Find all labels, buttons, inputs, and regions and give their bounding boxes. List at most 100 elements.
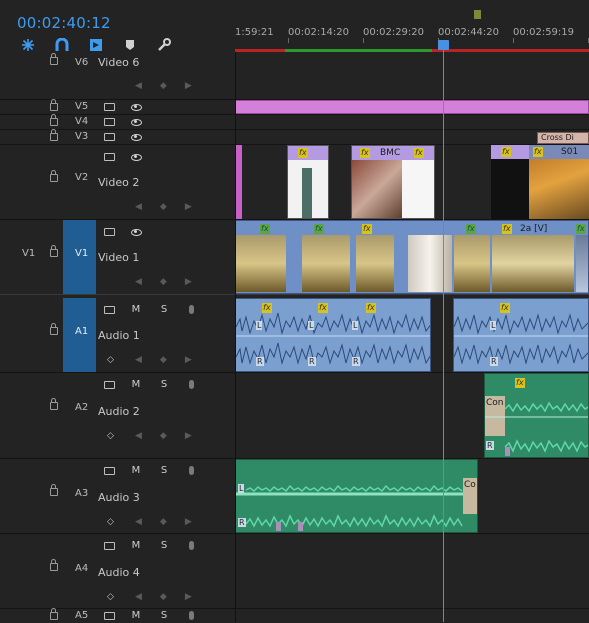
clip-v5[interactable] [235, 100, 589, 114]
fx-badge[interactable]: fx [576, 224, 586, 234]
clip-v2[interactable]: fx [287, 145, 329, 219]
keyframe-marker[interactable] [298, 522, 303, 531]
eye-icon[interactable] [130, 117, 142, 127]
transition[interactable]: Co [463, 478, 477, 514]
toggle-sync-lock-icon[interactable] [103, 117, 115, 127]
fx-badge[interactable]: fx [366, 303, 376, 313]
mute-button[interactable]: M [130, 610, 142, 621]
fx-badge[interactable]: fx [298, 148, 308, 158]
snap-icon[interactable] [20, 38, 36, 52]
linked-selection-icon[interactable] [54, 38, 70, 52]
microphone-icon[interactable] [185, 540, 197, 550]
keyframe-toggle-icon[interactable]: ◇ [107, 517, 114, 527]
toggle-sync-lock-icon[interactable] [103, 466, 115, 476]
transition-cross-dissolve[interactable]: Cross Di [537, 132, 589, 144]
lock-icon[interactable] [48, 559, 60, 572]
track-name: Video 6 [98, 56, 140, 69]
lock-icon[interactable] [48, 484, 60, 497]
fx-badge[interactable]: fx [318, 303, 328, 313]
keyframe-marker[interactable] [505, 447, 510, 456]
fx-badge[interactable]: fx [314, 224, 324, 234]
lock-icon[interactable] [48, 323, 60, 336]
playhead-line[interactable] [443, 40, 444, 622]
marker-icon[interactable] [122, 38, 138, 52]
keyframe-toggle-icon[interactable]: ◇ [107, 592, 114, 602]
mute-button[interactable]: M [130, 304, 142, 315]
fx-badge[interactable]: fx [500, 303, 510, 313]
fx-badge[interactable]: fx [533, 147, 543, 157]
channel-right-label: R [486, 441, 494, 450]
toggle-sync-lock-icon[interactable] [103, 611, 115, 621]
mute-button[interactable]: M [130, 465, 142, 476]
toggle-sync-lock-icon[interactable] [103, 152, 115, 162]
fx-badge[interactable]: fx [360, 148, 370, 158]
microphone-icon[interactable] [185, 465, 197, 475]
clip-a2[interactable]: Con fx R [484, 373, 589, 458]
lock-icon[interactable] [48, 245, 60, 258]
toggle-sync-lock-icon[interactable] [103, 305, 115, 315]
keyframe-nav[interactable]: ◀◆▶ [135, 202, 210, 212]
toggle-sync-lock-icon[interactable] [103, 102, 115, 112]
keyframe-toggle-icon[interactable]: ◇ [107, 431, 114, 441]
fx-badge[interactable]: fx [466, 224, 476, 234]
microphone-icon[interactable] [185, 379, 197, 389]
eye-icon[interactable] [130, 152, 142, 162]
lock-icon[interactable] [48, 170, 60, 183]
sequence-marker[interactable] [474, 10, 481, 19]
solo-button[interactable]: S [158, 379, 170, 390]
fx-badge[interactable]: fx [260, 224, 270, 234]
clip-a1[interactable]: fx L R [453, 298, 589, 372]
keyframe-toggle-icon[interactable]: ◇ [107, 355, 114, 365]
clip-v2[interactable] [235, 145, 242, 219]
fx-badge[interactable]: fx [501, 147, 511, 157]
keyframe-nav[interactable]: ◀◆▶ [135, 355, 210, 365]
lock-icon[interactable] [48, 398, 60, 411]
eye-icon[interactable] [130, 102, 142, 112]
lock-icon[interactable] [48, 129, 60, 142]
clip-a3[interactable]: L R Co [235, 459, 478, 533]
eye-icon[interactable] [130, 132, 142, 142]
clip-v2-s01[interactable]: fx fx S01 [491, 145, 589, 219]
keyframe-nav[interactable]: ◀◆▶ [135, 592, 210, 602]
fx-badge[interactable]: fx [262, 303, 272, 313]
time-ruler[interactable]: 1:59:21 00:02:14:20 00:02:29:20 00:02:44… [235, 0, 589, 52]
toggle-sync-lock-icon[interactable] [103, 227, 115, 237]
mute-button[interactable]: M [130, 379, 142, 390]
lock-icon[interactable] [48, 53, 60, 66]
track-header-v2: V2 Video 2 ◀◆▶ [0, 145, 235, 219]
ruler-label: 00:02:29:20 [363, 27, 425, 38]
eye-icon[interactable] [130, 227, 142, 237]
add-marker-icon[interactable] [88, 38, 104, 52]
lock-icon[interactable] [48, 99, 60, 112]
clip-v2-bmc[interactable]: fx BMC fx [351, 145, 435, 219]
toggle-sync-lock-icon[interactable] [103, 132, 115, 142]
playhead-handle[interactable] [438, 40, 449, 50]
toggle-sync-lock-icon[interactable] [103, 380, 115, 390]
wrench-icon[interactable] [156, 38, 172, 52]
mute-button[interactable]: M [130, 540, 142, 551]
keyframe-nav[interactable]: ◀◆▶ [135, 431, 210, 441]
clip-a1[interactable]: fx fx fx L R L R L R [235, 298, 431, 372]
microphone-icon[interactable] [185, 304, 197, 314]
playhead-timecode[interactable]: 00:02:40:12 [17, 14, 111, 32]
solo-button[interactable]: S [158, 540, 170, 551]
track-label: V6 [75, 57, 89, 68]
solo-button[interactable]: S [158, 304, 170, 315]
clip-v1-2a[interactable]: fx fx fx fx fx 2a [V] fx [235, 220, 589, 294]
clip-name: S01 [561, 147, 579, 157]
keyframe-nav[interactable]: ◀◆▶ [135, 277, 210, 287]
fx-badge[interactable]: fx [414, 148, 424, 158]
lock-icon[interactable] [48, 608, 60, 621]
fx-badge[interactable]: fx [515, 378, 525, 388]
track-area[interactable]: Cross Di fx fx BMC fx fx fx S01 fx fx fx… [235, 52, 589, 622]
solo-button[interactable]: S [158, 610, 170, 621]
fx-badge[interactable]: fx [362, 224, 372, 234]
toggle-sync-lock-icon[interactable] [103, 541, 115, 551]
keyframe-nav[interactable]: ◀◆▶ [135, 517, 210, 527]
keyframe-nav[interactable]: ◀◆▶ [135, 81, 210, 91]
keyframe-marker[interactable] [276, 522, 281, 531]
microphone-icon[interactable] [185, 610, 197, 620]
fx-badge[interactable]: fx [502, 224, 512, 234]
solo-button[interactable]: S [158, 465, 170, 476]
lock-icon[interactable] [48, 114, 60, 127]
